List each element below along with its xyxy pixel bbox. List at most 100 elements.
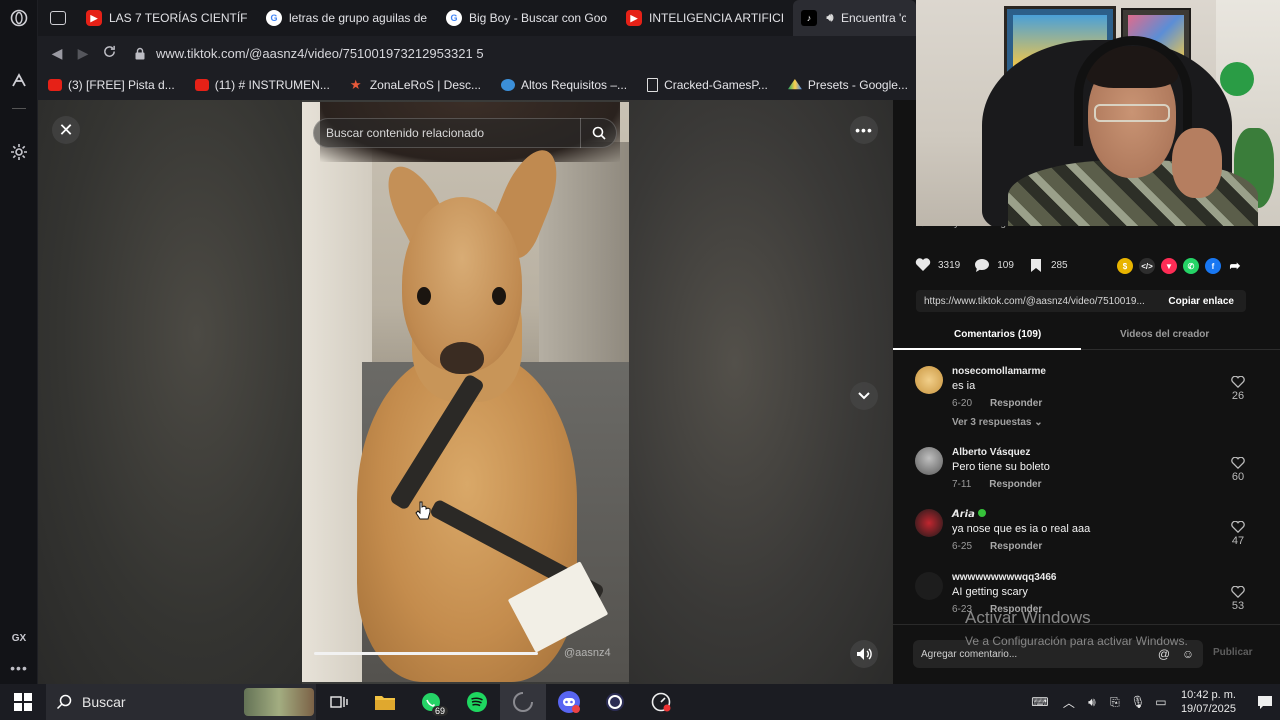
- more-options-icon[interactable]: •••: [850, 116, 878, 144]
- usb-icon[interactable]: ⎘: [1104, 695, 1126, 710]
- network-icon[interactable]: ▭: [1150, 695, 1172, 709]
- forward-icon[interactable]: ▶: [70, 45, 96, 62]
- avatar[interactable]: [915, 572, 943, 600]
- share-arrow-icon[interactable]: ➦: [1227, 258, 1243, 274]
- notifications-icon[interactable]: [1250, 694, 1280, 710]
- comment-like-count: 53: [1231, 600, 1245, 612]
- file-explorer-icon[interactable]: [362, 684, 408, 720]
- comment-username[interactable]: wwwwwwwwwqq3466: [952, 572, 1056, 583]
- comment-like-button[interactable]: 60: [1223, 457, 1253, 483]
- comment-username[interactable]: Alberto Vásquez: [952, 447, 1030, 458]
- reload-icon[interactable]: [96, 45, 122, 61]
- mention-icon[interactable]: @: [1155, 647, 1173, 661]
- save-count: 285: [1050, 259, 1068, 271]
- microphone-icon[interactable]: 🎙︎: [1127, 695, 1149, 709]
- comment-like-button[interactable]: 47: [1223, 521, 1253, 547]
- comment-icon: [974, 257, 990, 273]
- comment-like-button[interactable]: 26: [1223, 376, 1253, 402]
- clock-time: 10:42 p. m.: [1180, 689, 1236, 701]
- tab-4[interactable]: ▶ INTELIGENCIA ARTIFICIA: [618, 0, 793, 36]
- related-search-input[interactable]: Buscar contenido relacionado: [326, 126, 580, 140]
- keyboard-icon[interactable]: ⌨: [1023, 695, 1057, 709]
- opera-logo-icon[interactable]: [9, 8, 29, 28]
- bookmark-icon: [1028, 257, 1044, 273]
- opera-gx-taskbar-icon[interactable]: [500, 684, 546, 720]
- search-icon[interactable]: [580, 118, 616, 148]
- url-input[interactable]: www.tiktok.com/@aasnz4/video/75100197321…: [156, 46, 484, 61]
- comment-date: 6-20: [952, 398, 973, 409]
- copy-link-button[interactable]: Copiar enlace: [1168, 296, 1234, 307]
- save-button[interactable]: 285: [1028, 257, 1068, 273]
- volume-tray-icon[interactable]: 🔊︎: [1081, 695, 1103, 710]
- like-button[interactable]: 3319: [915, 257, 960, 273]
- tab-2[interactable]: G letras de grupo aguilas de: [258, 0, 438, 36]
- comment-like-button[interactable]: 53: [1223, 586, 1253, 612]
- video-player[interactable]: @aasnz4: [302, 102, 629, 682]
- chevron-down-icon[interactable]: [850, 382, 878, 410]
- settings-gear-icon[interactable]: [9, 142, 29, 162]
- video-watermark: @aasnz4: [564, 647, 611, 659]
- bookmark-4[interactable]: Altos Requisitos –...: [501, 78, 627, 92]
- taskbar-search[interactable]: Buscar: [46, 684, 316, 720]
- embed-icon[interactable]: </>: [1139, 258, 1155, 274]
- clock[interactable]: 10:42 p. m. 19/07/2025: [1181, 688, 1236, 716]
- bookmark-label: (11) # INSTRUMEN...: [214, 78, 330, 92]
- comment-like-count: 60: [1231, 471, 1245, 483]
- gx-label[interactable]: GX: [9, 628, 29, 648]
- avatar[interactable]: [915, 366, 943, 394]
- reply-button[interactable]: Responder: [990, 541, 1042, 552]
- performance-app-icon[interactable]: [638, 684, 684, 720]
- comment-date: 7-11: [952, 479, 972, 490]
- bookmark-6[interactable]: Presets - Google...: [787, 78, 908, 92]
- chevron-up-icon[interactable]: ︿: [1058, 694, 1080, 711]
- reply-button[interactable]: Responder: [989, 479, 1041, 490]
- gx-corner-icon[interactable]: [9, 70, 29, 90]
- emoji-icon[interactable]: ☺: [1179, 647, 1197, 661]
- close-icon[interactable]: ✕: [52, 116, 80, 144]
- reply-button[interactable]: Responder: [990, 398, 1042, 409]
- lock-icon[interactable]: [134, 47, 146, 60]
- spotify-icon[interactable]: [454, 684, 500, 720]
- tab-1[interactable]: ▶ LAS 7 TEORÍAS CIENTÍFIC: [78, 0, 258, 36]
- tab-comments[interactable]: Comentarios (109): [954, 329, 1041, 340]
- whatsapp-taskbar-icon[interactable]: 69: [408, 684, 454, 720]
- avatar[interactable]: [915, 509, 943, 537]
- tab-active-tiktok[interactable]: ♪ 🔊︎ Encuentra 'ca: [793, 0, 916, 36]
- activate-windows-title: Activar Windows: [965, 608, 1091, 627]
- bookmarks-bar: (3) [FREE] Pista d... (11) # INSTRUMEN..…: [38, 70, 916, 100]
- volume-icon[interactable]: [850, 640, 878, 668]
- bookmark-1[interactable]: (3) [FREE] Pista d...: [48, 78, 175, 92]
- heart-outline-icon: [1231, 376, 1245, 388]
- sidebar-more-icon[interactable]: •••: [9, 658, 29, 678]
- video-progress-bar[interactable]: [314, 652, 538, 655]
- facebook-icon[interactable]: f: [1205, 258, 1221, 274]
- publish-button[interactable]: Publicar: [1213, 647, 1252, 658]
- bookmark-2[interactable]: (11) # INSTRUMEN...: [194, 78, 330, 92]
- view-replies-button[interactable]: Ver 3 respuestas ⌄: [952, 417, 1043, 428]
- whatsapp-icon[interactable]: ✆: [1183, 258, 1199, 274]
- comment-button[interactable]: 109: [974, 257, 1014, 273]
- share-link-text[interactable]: https://www.tiktok.com/@aasnz4/video/751…: [924, 296, 1168, 307]
- related-search-bar[interactable]: Buscar contenido relacionado: [313, 118, 617, 148]
- activate-windows-subtitle: Ve a Configuración para activar Windows.: [965, 634, 1188, 648]
- bookmark-5[interactable]: Cracked-GamesP...: [647, 78, 768, 92]
- tab-creator-videos[interactable]: Videos del creador: [1120, 329, 1209, 340]
- discord-icon[interactable]: [546, 684, 592, 720]
- bookmark-3[interactable]: ★ ZonaLeRoS | Desc...: [350, 78, 481, 93]
- snapshot-icon[interactable]: [50, 11, 66, 25]
- windows-start-icon[interactable]: [0, 684, 46, 720]
- username-text: 𝘼𝙧𝙞𝙖: [952, 509, 975, 520]
- youtube-icon: ▶: [626, 10, 642, 26]
- obs-icon[interactable]: [592, 684, 638, 720]
- avatar[interactable]: [915, 447, 943, 475]
- comment-username[interactable]: 𝘼𝙧𝙞𝙖: [952, 509, 986, 520]
- heart-outline-icon: [1231, 457, 1245, 469]
- send-icon[interactable]: ▼: [1161, 258, 1177, 274]
- taskbar-search-input[interactable]: Buscar: [82, 694, 126, 710]
- tab-3[interactable]: G Big Boy - Buscar con Goo: [438, 0, 618, 36]
- task-view-icon[interactable]: [316, 684, 362, 720]
- comment-username[interactable]: nosecomollamarme: [952, 366, 1046, 377]
- active-tab-underline: [893, 348, 1081, 350]
- back-icon[interactable]: ◀: [44, 45, 70, 62]
- coin-icon[interactable]: $: [1117, 258, 1133, 274]
